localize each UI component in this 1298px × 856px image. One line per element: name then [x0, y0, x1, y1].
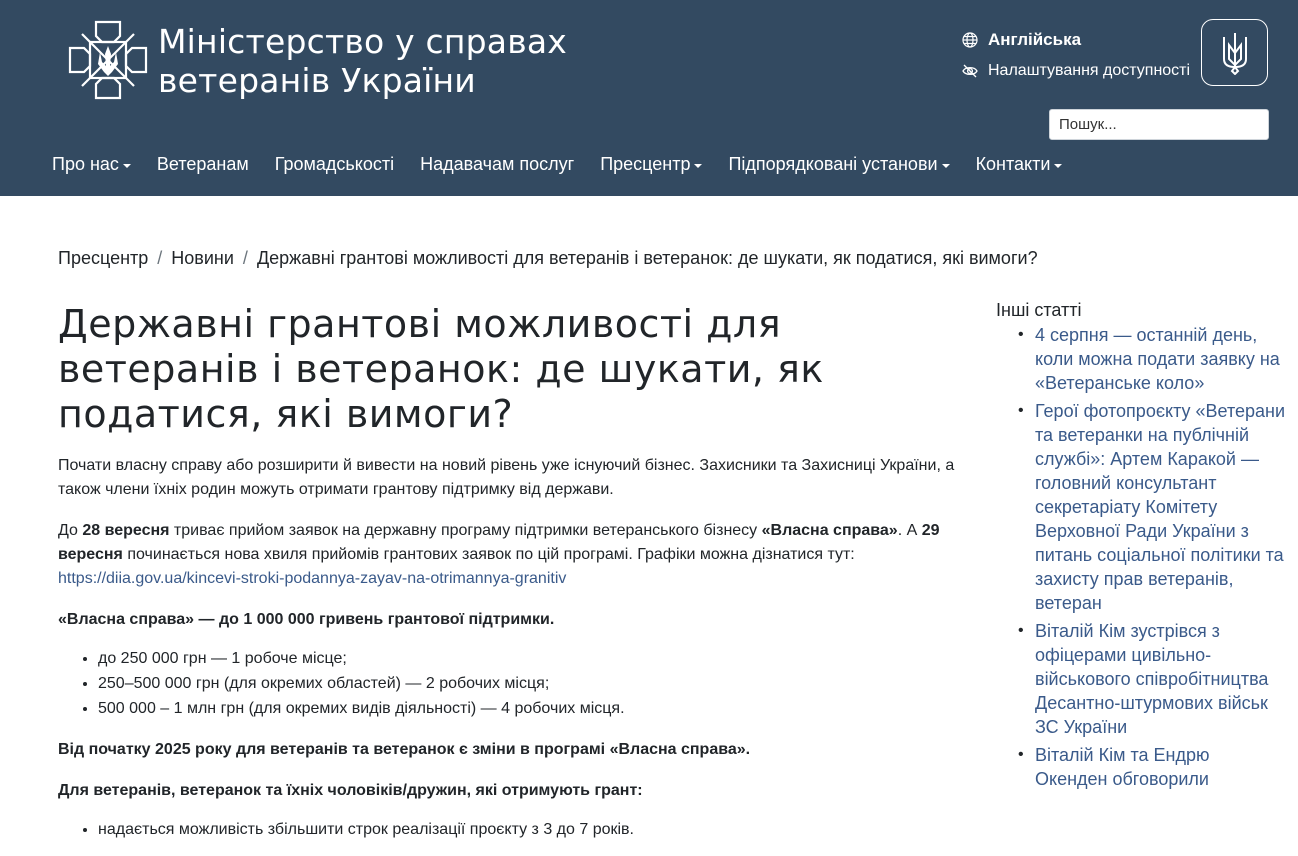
language-switch[interactable]: Англійська — [962, 30, 1081, 50]
list-item: 250–500 000 грн (для окремих областей) —… — [98, 671, 963, 696]
accessibility-label: Налаштування доступності — [988, 62, 1191, 79]
language-label: Англійська — [988, 30, 1082, 49]
bold-text: Для ветеранів, ветеранок та їхніх чолові… — [58, 782, 643, 799]
date-text: 28 вересня — [82, 522, 170, 539]
nav-item-subordinate[interactable]: Підпорядковані установи — [728, 154, 950, 175]
text-span: До — [58, 522, 83, 539]
breadcrumb-item-current: Державні грантові можливості для ветеран… — [256, 248, 1038, 268]
site-header: Міністерство у справах ветеранів України… — [0, 0, 1298, 196]
other-article-link[interactable]: Герої фотопроєкту «Ветерани та ветеранки… — [1018, 399, 1286, 615]
sidebar-heading: Інші статті — [996, 300, 1082, 320]
other-articles-list: 4 серпня — останній день, коли можна под… — [996, 323, 1286, 791]
nav-item-label: Надавачам послуг — [420, 154, 575, 174]
other-article-title: Віталій Кім зустрівся з офіцерами цивіль… — [1035, 621, 1269, 737]
search-input[interactable] — [1049, 109, 1269, 140]
nav-item-label: Пресцентр — [600, 154, 691, 174]
page-title: Державні грантові можливості для ветеран… — [58, 302, 824, 436]
grant-amount-list: до 250 000 грн — 1 робоче місце; 250–500… — [98, 646, 963, 721]
article-paragraph: Від початку 2025 року для ветеранів та в… — [58, 738, 963, 762]
nav-item-label: Громадськості — [274, 154, 395, 174]
article-intro: Почати власну справу або розширити й вив… — [58, 457, 955, 498]
eye-slash-icon — [962, 64, 978, 78]
globe-icon — [962, 32, 978, 48]
nav-item-label: Підпорядковані установи — [728, 154, 938, 174]
ministry-emblem-icon[interactable] — [66, 18, 150, 102]
breadcrumb: Пресцентр / Новини / Державні грантові м… — [58, 248, 1038, 269]
breadcrumb-item-press-center[interactable]: Пресцентр — [58, 248, 148, 269]
program-name-text: «Власна справа» — [761, 522, 898, 539]
caret-down-icon — [694, 163, 703, 168]
site-title[interactable]: Міністерство у справах ветеранів України — [158, 22, 567, 100]
other-article-link[interactable]: Віталій Кім зустрівся з офіцерами цивіль… — [1018, 619, 1286, 739]
breadcrumb-item-news[interactable]: Новини — [171, 248, 234, 269]
nav-item-label: Ветеранам — [156, 154, 249, 174]
other-article-title: Герої фотопроєкту «Ветерани та ветеранки… — [1035, 401, 1286, 613]
breadcrumb-separator: / — [157, 248, 163, 268]
accessibility-settings[interactable]: Налаштування доступності — [962, 62, 1190, 80]
diia-schedule-link[interactable]: https://diia.gov.ua/kincevi-stroki-podan… — [58, 570, 566, 587]
caret-down-icon — [122, 163, 131, 168]
nav-item-about[interactable]: Про нас — [52, 154, 131, 175]
text-span: триває прийом заявок на державну програм… — [169, 522, 762, 539]
article-body: Почати власну справу або розширити й вив… — [58, 454, 963, 856]
text-span: . А — [897, 522, 922, 539]
other-article-title: Віталій Кім та Ендрю Окенден обговорили — [1035, 745, 1210, 789]
list-item: надається можливість збільшити строк реа… — [98, 817, 963, 842]
other-article-title: 4 серпня — останній день, коли можна под… — [1035, 325, 1280, 393]
article-paragraph: Для ветеранів, ветеранок та їхніх чолові… — [58, 779, 963, 803]
nav-item-service-providers[interactable]: Надавачам послуг — [420, 154, 574, 175]
list-item: 500 000 – 1 млн грн (для окремих видів д… — [98, 696, 963, 721]
trident-icon — [1222, 32, 1247, 75]
nav-item-press-center[interactable]: Пресцентр — [600, 154, 703, 175]
caret-down-icon — [941, 163, 950, 168]
list-item: до 250 000 грн — 1 робоче місце; — [98, 646, 963, 671]
nav-item-label: Про нас — [52, 154, 119, 174]
caret-down-icon — [1054, 163, 1063, 168]
site-title-line1: Міністерство у справах — [158, 22, 568, 61]
bold-text: «Власна справа» — до 1 000 000 гривень г… — [58, 611, 555, 628]
text-span: починається нова хвиля прийомів грантови… — [122, 546, 855, 563]
nav-item-label: Контакти — [975, 154, 1051, 174]
nav-item-veterans[interactable]: Ветеранам — [157, 154, 249, 175]
article-paragraph: «Власна справа» — до 1 000 000 гривень г… — [58, 608, 963, 632]
changes-list: надається можливість збільшити строк реа… — [98, 817, 963, 842]
nav-item-public[interactable]: Громадськості — [275, 154, 394, 175]
bold-text: Від початку 2025 року для ветеранів та в… — [58, 741, 751, 758]
breadcrumb-separator: / — [242, 248, 248, 268]
nav-item-contacts[interactable]: Контакти — [976, 154, 1063, 175]
coat-of-arms[interactable] — [1201, 19, 1268, 86]
site-title-line2: ветеранів України — [158, 61, 476, 100]
other-article-link[interactable]: 4 серпня — останній день, коли можна под… — [1018, 323, 1286, 395]
main-nav: Про нас Ветеранам Громадськості Надавача… — [52, 154, 1088, 175]
article-paragraph: До 28 вересня триває прийом заявок на де… — [58, 519, 963, 591]
other-articles-sidebar: Інші статті 4 серпня — останній день, ко… — [996, 300, 1286, 795]
other-article-link[interactable]: Віталій Кім та Ендрю Окенден обговорили — [1018, 743, 1286, 791]
